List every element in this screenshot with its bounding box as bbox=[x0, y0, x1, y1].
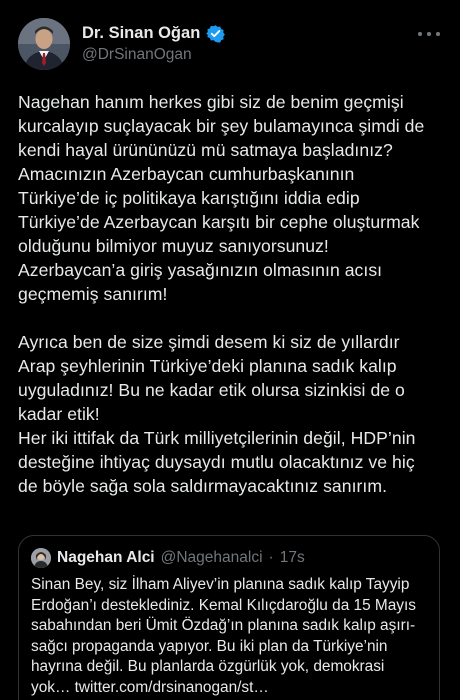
tweet-line: Nagehan hanım herkes gibi siz de benim g… bbox=[18, 92, 404, 112]
tweet-header: Dr. Sinan Oğan @DrSinanOgan bbox=[18, 18, 442, 72]
tweet-line: geçmemiş sanırım! bbox=[18, 284, 168, 304]
tweet-line: desteğine ihtiyaç duysaydı mutlu olacakt… bbox=[18, 452, 415, 472]
quoted-author-avatar[interactable] bbox=[31, 548, 51, 568]
tweet-text: Nagehan hanım herkes gibi siz de benim g… bbox=[18, 90, 448, 498]
tweet-line: kadar etik! bbox=[18, 404, 100, 424]
quote-line: sağcı propaganda yapıyor. Bu iki plan da… bbox=[31, 637, 388, 655]
quote-line: yok… twitter.com/drsinanogan/st… bbox=[31, 678, 269, 696]
tweet-line: Arap şeyhlerinin Türkiye’deki planına sa… bbox=[18, 356, 397, 376]
author-name-row: Dr. Sinan Oğan bbox=[82, 24, 226, 43]
tweet-line: Amacınızın Azerbaycan cumhurbaşkanının bbox=[18, 164, 355, 184]
author-avatar[interactable] bbox=[18, 18, 70, 70]
tweet-line: olduğunu bilmiyor muyuz sanıyorsunuz! bbox=[18, 236, 329, 256]
quoted-timestamp[interactable]: 17s bbox=[280, 549, 305, 567]
tweet-line: Her iki ittifak da Türk milliyetçilerini… bbox=[18, 428, 416, 448]
tweet-line: Azerbaycan’a giriş yasağınızın olmasının… bbox=[18, 260, 383, 280]
quote-line: sabahından beri Ümit Özdağ’ın planına sa… bbox=[31, 617, 416, 634]
paragraph-break bbox=[18, 306, 448, 330]
tweet-line: kurcalayıp suçlayacak bir şey bulamayınc… bbox=[18, 116, 425, 136]
quote-line: hayrına değil. Bu planlarda özgürlük yok… bbox=[31, 658, 385, 675]
quoted-tweet-card[interactable]: Nagehan Alci @Nagehanalci · 17s Sinan Be… bbox=[18, 535, 440, 700]
quoted-tweet-text: Sinan Bey, siz İlham Aliyev’in planına s… bbox=[31, 575, 435, 698]
author-display-name[interactable]: Dr. Sinan Oğan bbox=[82, 24, 200, 43]
tweet-line: Ayrıca ben de size şimdi desem ki siz de… bbox=[18, 332, 400, 352]
verified-badge-icon bbox=[206, 24, 226, 43]
tweet-line: uyguladınız! Bu ne kadar etik olursa siz… bbox=[18, 380, 405, 400]
more-horizontal-icon[interactable] bbox=[418, 26, 440, 42]
tweet-line: de böyle sağa sola saldırmayacaktınız sa… bbox=[18, 476, 388, 496]
quoted-separator: · bbox=[268, 549, 274, 566]
quote-line: Erdoğan’ı desteklediniz. Kemal Kılıçdaro… bbox=[31, 596, 416, 614]
quoted-author-name[interactable]: Nagehan Alci bbox=[57, 549, 155, 567]
quoted-tweet-header: Nagehan Alci @Nagehanalci · 17s bbox=[31, 548, 305, 568]
author-handle[interactable]: @DrSinanOgan bbox=[82, 46, 192, 64]
quoted-author-handle[interactable]: @Nagehanalci bbox=[161, 549, 263, 567]
tweet-line: Türkiye’de Azerbaycan karşıtı bir cephe … bbox=[18, 212, 420, 232]
tweet-line: kendi hayal ürününüzü mü satmaya başladı… bbox=[18, 140, 393, 160]
tweet-line: Türkiye’de iç politikaya karıştığını idd… bbox=[18, 188, 360, 208]
quote-line: Sinan Bey, siz İlham Aliyev’in planına s… bbox=[31, 576, 410, 593]
